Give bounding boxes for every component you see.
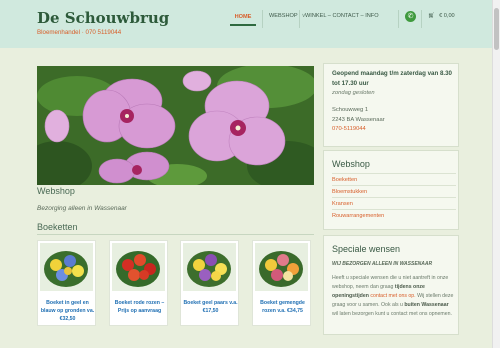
text-bold: buiten Wassenaar bbox=[404, 302, 449, 308]
special-requests-box: Speciale wensen WIJ BEZORGEN ALLEEN IN W… bbox=[323, 235, 459, 335]
product-name[interactable]: Boeket in geel en blauw op gronden va. €… bbox=[40, 299, 95, 323]
whatsapp-icon[interactable]: ✆ bbox=[405, 11, 416, 22]
nav-webshop[interactable]: WEBSHOP ∨ bbox=[269, 13, 306, 19]
cart-total: € 0,00 bbox=[439, 13, 455, 19]
category-link-kransen[interactable]: Kransen bbox=[332, 197, 456, 207]
nav-divider bbox=[299, 10, 300, 28]
nav-divider bbox=[398, 10, 399, 28]
phone-link[interactable]: 070-5119044 bbox=[332, 126, 366, 132]
address-city: 2243 BA Wassenaar bbox=[332, 117, 385, 123]
product-image[interactable] bbox=[40, 243, 93, 291]
divider bbox=[37, 234, 314, 235]
special-requests-text: Heeft u speciale wensen die u niet aantr… bbox=[332, 274, 456, 319]
product-image[interactable] bbox=[183, 243, 236, 291]
nav-divider bbox=[421, 10, 422, 28]
category-link-rouwarrangementen[interactable]: Rouwarrangementen bbox=[332, 209, 456, 219]
nav-divider bbox=[262, 10, 263, 28]
special-requests-title: Speciale wensen bbox=[332, 244, 401, 254]
opening-hours-box: Geopend maandag t/m zaterdag van 8.30 to… bbox=[323, 63, 459, 147]
contact-link[interactable]: contact met ons op. bbox=[370, 293, 415, 299]
cart-icon: 🛒︎ bbox=[428, 13, 436, 19]
nav-webshop-label: WEBSHOP bbox=[269, 13, 298, 19]
vertical-scrollbar[interactable] bbox=[492, 0, 500, 348]
hero-image-hibiscus bbox=[37, 66, 314, 185]
text-span: Heeft u speciale wensen die u niet aantr… bbox=[332, 275, 449, 290]
category-link-boeketten[interactable]: Boeketten bbox=[332, 173, 456, 183]
delivery-note: Bezorging alleen in Wassenaar bbox=[37, 205, 127, 212]
webshop-heading: Webshop bbox=[37, 186, 75, 196]
product-card[interactable]: Boeket gemengde rozen v.a. €34,75 bbox=[252, 240, 311, 326]
address-street: Schouwweg 1 bbox=[332, 107, 369, 113]
nav-winkel-contact-info[interactable]: WINKEL – CONTACT – INFO bbox=[305, 13, 379, 19]
closed-note: zondag gesloten bbox=[332, 90, 375, 96]
site-tagline: Bloemenhandel · 070 5119044 bbox=[37, 29, 122, 36]
product-name[interactable]: Boeket rode rozen – Prijs op aanvraag bbox=[112, 299, 167, 315]
address: Schouwweg 1 2243 BA Wassenaar bbox=[332, 105, 385, 125]
site-header: De Schouwbrug Bloemenhandel · 070 511904… bbox=[0, 0, 492, 48]
webshop-categories-title: Webshop bbox=[332, 159, 370, 169]
product-card[interactable]: Boeket in geel en blauw op gronden va. €… bbox=[37, 240, 96, 326]
product-card[interactable]: Boeket rode rozen – Prijs op aanvraag bbox=[109, 240, 168, 326]
opening-hours-heading: Geopend maandag t/m zaterdag van 8.30 to… bbox=[332, 70, 453, 87]
product-card[interactable]: Boeket geel paars v.a. €17,50 bbox=[180, 240, 239, 326]
category-link-bloemstukken[interactable]: Bloemstukken bbox=[332, 185, 456, 195]
webshop-categories-box: Webshop Boeketten Bloemstukken Kransen R… bbox=[323, 150, 459, 230]
product-image[interactable] bbox=[112, 243, 165, 291]
product-name[interactable]: Boeket geel paars v.a. €17,50 bbox=[183, 299, 238, 315]
nav-home[interactable]: HOME bbox=[230, 10, 256, 26]
nav-cart[interactable]: 🛒︎ € 0,00 bbox=[428, 13, 455, 19]
product-name[interactable]: Boeket gemengde rozen v.a. €34,75 bbox=[255, 299, 310, 315]
text-span: wil laten bezorgen kunt u contact met on… bbox=[332, 311, 452, 317]
category-heading: Boeketten bbox=[37, 222, 78, 232]
product-image[interactable] bbox=[255, 243, 308, 291]
scrollbar-thumb[interactable] bbox=[494, 8, 499, 50]
special-requests-subtitle: WIJ BEZORGEN ALLEEN IN WASSENAAR bbox=[332, 261, 433, 267]
site-logo[interactable]: De Schouwbrug bbox=[37, 9, 169, 27]
